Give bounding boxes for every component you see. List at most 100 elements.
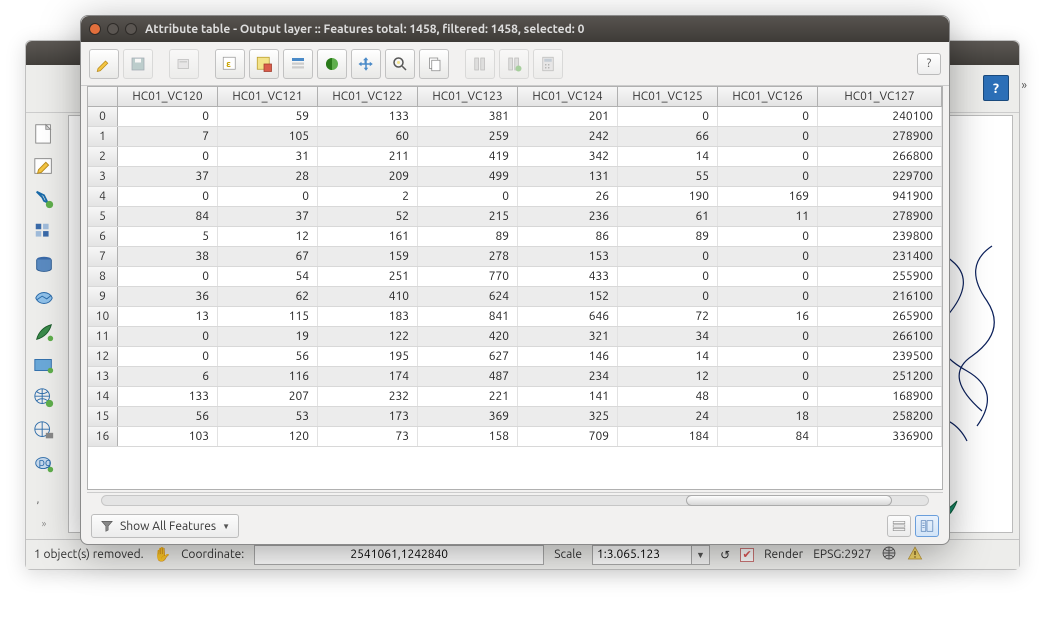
table-cell[interactable]: 207 [218, 387, 318, 406]
table-cell[interactable]: 159 [318, 247, 418, 266]
edit-pencil-icon[interactable] [30, 152, 58, 179]
table-cell[interactable]: 419 [418, 147, 518, 166]
globe-add-icon[interactable] [30, 384, 58, 411]
row-header[interactable]: 3 [88, 167, 118, 186]
scale-input[interactable] [592, 545, 692, 565]
dialog-help-button[interactable]: ? [917, 53, 941, 75]
chevron-right-icon[interactable]: » [1021, 79, 1027, 92]
table-cell[interactable]: 266100 [818, 327, 942, 346]
hand-icon[interactable]: ✋ [154, 546, 171, 563]
refresh-icon[interactable]: ↻ [720, 548, 730, 562]
row-header[interactable]: 5 [88, 207, 118, 226]
zoom-to-selected-button[interactable] [385, 49, 415, 79]
table-cell[interactable]: 174 [318, 367, 418, 386]
table-cell[interactable]: 13 [118, 307, 218, 326]
table-cell[interactable]: 158 [418, 427, 518, 446]
table-cell[interactable]: 0 [718, 347, 818, 366]
table-cell[interactable]: 0 [718, 267, 818, 286]
table-cell[interactable]: 56 [218, 347, 318, 366]
table-cell[interactable]: 89 [618, 227, 718, 246]
row-header[interactable]: 7 [88, 247, 118, 266]
row-header[interactable]: 11 [88, 327, 118, 346]
table-cell[interactable]: 420 [418, 327, 518, 346]
table-cell[interactable]: 173 [318, 407, 418, 426]
table-cell[interactable]: 37 [218, 207, 318, 226]
table-cell[interactable]: 251200 [818, 367, 942, 386]
table-cell[interactable]: 26 [518, 187, 618, 206]
form-view-button[interactable] [915, 515, 939, 537]
table-cell[interactable]: 0 [418, 187, 518, 206]
table-row[interactable]: 9366241062415200216100 [88, 287, 942, 307]
table-cell[interactable]: 487 [418, 367, 518, 386]
row-header[interactable]: 6 [88, 227, 118, 246]
table-cell[interactable]: 209 [318, 167, 418, 186]
table-cell[interactable]: 236 [518, 207, 618, 226]
table-cell[interactable]: 0 [718, 127, 818, 146]
table-cell[interactable]: 278900 [818, 207, 942, 226]
row-header[interactable]: 4 [88, 187, 118, 206]
row-header[interactable]: 8 [88, 267, 118, 286]
table-cell[interactable]: 28 [218, 167, 318, 186]
table-cell[interactable]: 242 [518, 127, 618, 146]
table-row[interactable]: 1556531733693252418258200 [88, 407, 942, 427]
table-cell[interactable]: 84 [718, 427, 818, 446]
new-layer-icon[interactable] [30, 119, 58, 146]
table-cell[interactable]: 211 [318, 147, 418, 166]
table-cell[interactable]: 122 [318, 327, 418, 346]
scrollbar-thumb[interactable] [686, 495, 891, 506]
table-cell[interactable]: 0 [618, 287, 718, 306]
table-cell[interactable]: 66 [618, 127, 718, 146]
table-cell[interactable]: 5 [118, 227, 218, 246]
table-cell[interactable]: 259 [418, 127, 518, 146]
table-cell[interactable]: 6 [118, 367, 218, 386]
column-header[interactable]: HC01_VC121 [218, 87, 318, 106]
table-cell[interactable]: 61 [618, 207, 718, 226]
row-header[interactable]: 10 [88, 307, 118, 326]
table-cell[interactable]: 161 [318, 227, 418, 246]
row-header[interactable]: 14 [88, 387, 118, 406]
table-cell[interactable]: 19 [218, 327, 318, 346]
table-cell[interactable]: 229700 [818, 167, 942, 186]
table-cell[interactable]: 0 [718, 327, 818, 346]
table-cell[interactable]: 624 [418, 287, 518, 306]
table-cell[interactable]: 0 [718, 227, 818, 246]
database-icon[interactable] [30, 252, 58, 279]
table-cell[interactable]: 410 [318, 287, 418, 306]
table-cell[interactable]: 342 [518, 147, 618, 166]
row-header[interactable]: 16 [88, 427, 118, 446]
column-header[interactable]: HC01_VC123 [418, 87, 518, 106]
pan-to-selected-button[interactable] [351, 49, 381, 79]
table-cell[interactable]: 16 [718, 307, 818, 326]
column-header[interactable]: HC01_VC120 [118, 87, 218, 106]
table-cell[interactable]: 0 [718, 287, 818, 306]
deselect-all-button[interactable] [249, 49, 279, 79]
table-cell[interactable]: 146 [518, 347, 618, 366]
table-cell[interactable]: 0 [718, 387, 818, 406]
table-cell[interactable]: 131 [518, 167, 618, 186]
table-row[interactable]: 12056195627146140239500 [88, 347, 942, 367]
table-row[interactable]: 7386715927815300231400 [88, 247, 942, 267]
table-cell[interactable]: 0 [718, 167, 818, 186]
table-cell[interactable]: 184 [618, 427, 718, 446]
table-cell[interactable]: 12 [218, 227, 318, 246]
minimize-icon[interactable] [107, 23, 119, 35]
table-cell[interactable]: 369 [418, 407, 518, 426]
table-cell[interactable]: 62 [218, 287, 318, 306]
column-header[interactable]: HC01_VC125 [618, 87, 718, 106]
scale-dropdown-button[interactable]: ▼ [692, 545, 710, 565]
table-cell[interactable]: 232 [318, 387, 418, 406]
close-icon[interactable] [89, 23, 101, 35]
show-all-features-button[interactable]: Show All Features ▼ [91, 514, 239, 538]
table-cell[interactable]: 36 [118, 287, 218, 306]
table-cell[interactable]: 255900 [818, 267, 942, 286]
table-cell[interactable]: 433 [518, 267, 618, 286]
feather-icon[interactable] [30, 318, 58, 345]
table-cell[interactable]: 381 [418, 107, 518, 126]
row-header[interactable]: 2 [88, 147, 118, 166]
table-cell[interactable]: 239500 [818, 347, 942, 366]
table-cell[interactable]: 72 [618, 307, 718, 326]
table-cell[interactable]: 0 [118, 347, 218, 366]
table-row[interactable]: 14133207232221141480168900 [88, 387, 942, 407]
grid-icon[interactable] [30, 219, 58, 246]
table-row[interactable]: 136116174487234120251200 [88, 367, 942, 387]
